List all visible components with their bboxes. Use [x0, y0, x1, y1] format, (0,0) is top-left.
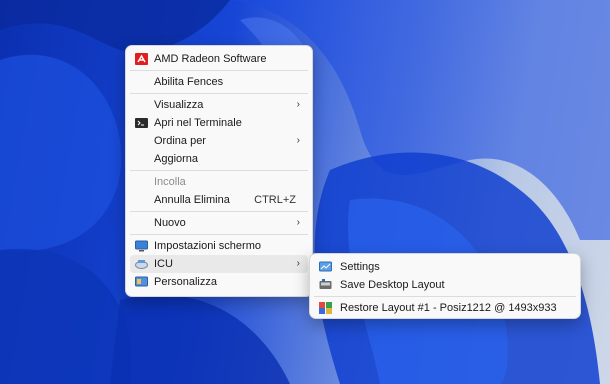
icu-icon [135, 258, 148, 270]
menu-separator [314, 296, 576, 297]
menu-item-label: Restore Layout #1 - Posiz1212 @ 1493x933 [340, 302, 557, 314]
menu-item-label: Visualizza [154, 99, 204, 111]
menu-item-abilita-fences[interactable]: Abilita Fences [130, 73, 308, 91]
menu-separator [130, 234, 308, 235]
chevron-right-icon: › [296, 217, 300, 228]
menu-item-impostazioni-schermo[interactable]: Impostazioni schermo [130, 237, 308, 255]
save-layout-icon [319, 279, 332, 291]
settings-icon [319, 261, 332, 273]
menu-separator [130, 70, 308, 71]
menu-item-label: Impostazioni schermo [154, 240, 261, 252]
menu-item-label: Aggiorna [154, 153, 199, 165]
menu-item-settings[interactable]: Settings [314, 258, 576, 276]
chevron-right-icon: › [296, 99, 300, 110]
menu-item-label: Nuovo [154, 217, 186, 229]
menu-item-incolla: Incolla [130, 173, 308, 191]
menu-item-label: AMD Radeon Software [154, 53, 267, 65]
terminal-icon [135, 117, 148, 129]
chevron-right-icon: › [296, 135, 300, 146]
menu-item-ordina-per[interactable]: Ordina per › [130, 132, 308, 150]
restore-layout-icon [319, 302, 332, 314]
menu-item-personalizza[interactable]: Personalizza [130, 273, 308, 291]
menu-item-amd-radeon[interactable]: AMD Radeon Software [130, 50, 308, 68]
icu-submenu: Settings Save Desktop Layout Restore Lay… [309, 253, 581, 319]
menu-item-label: Ordina per [154, 135, 206, 147]
amd-radeon-icon [135, 53, 148, 65]
menu-item-nuovo[interactable]: Nuovo › [130, 214, 308, 232]
menu-item-apri-terminale[interactable]: Apri nel Terminale [130, 114, 308, 132]
personalize-icon [135, 276, 148, 288]
desktop-context-menu: AMD Radeon Software Abilita Fences Visua… [125, 45, 313, 297]
menu-item-label: Personalizza [154, 276, 217, 288]
menu-item-label: Abilita Fences [154, 76, 224, 88]
menu-item-label: Apri nel Terminale [154, 117, 242, 129]
menu-item-save-desktop-layout[interactable]: Save Desktop Layout [314, 276, 576, 294]
menu-item-annulla-elimina[interactable]: Annulla Elimina CTRL+Z [130, 191, 308, 209]
shortcut-label: CTRL+Z [254, 194, 296, 206]
menu-separator [130, 211, 308, 212]
menu-separator [130, 170, 308, 171]
menu-item-label: ICU [154, 258, 173, 270]
menu-item-label: Annulla Elimina [154, 194, 230, 206]
menu-separator [130, 93, 308, 94]
menu-item-label: Settings [340, 261, 380, 273]
menu-item-label: Save Desktop Layout [340, 279, 445, 291]
chevron-right-icon: › [296, 258, 300, 269]
menu-item-aggiorna[interactable]: Aggiorna [130, 150, 308, 168]
display-icon [135, 240, 148, 252]
menu-item-icu[interactable]: ICU › [130, 255, 308, 273]
menu-item-restore-layout-1[interactable]: Restore Layout #1 - Posiz1212 @ 1493x933 [314, 299, 576, 317]
menu-item-label: Incolla [154, 176, 186, 188]
menu-item-visualizza[interactable]: Visualizza › [130, 96, 308, 114]
